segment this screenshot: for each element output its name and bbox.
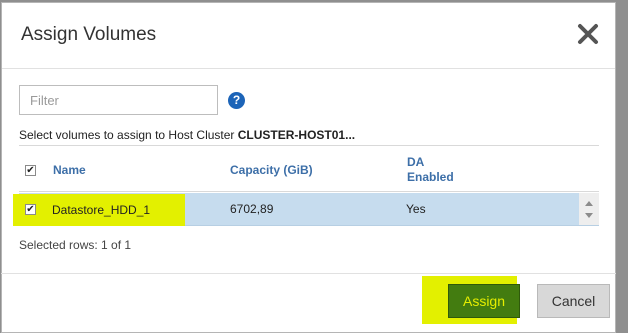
column-header-capacity[interactable]: Capacity (GiB) xyxy=(230,163,313,177)
assign-button[interactable]: Assign xyxy=(448,284,520,318)
dialog-header: Assign Volumes xyxy=(2,3,615,69)
select-all-checkbox[interactable]: ✔ xyxy=(25,165,36,176)
row-highlight-marker: ✔ Datastore_HDD_1 xyxy=(13,194,185,226)
instruction-prefix: Select volumes to assign to Host Cluster xyxy=(19,128,238,142)
instruction-text: Select volumes to assign to Host Cluster… xyxy=(19,128,355,142)
cancel-button[interactable]: Cancel xyxy=(537,284,610,318)
dialog-footer xyxy=(1,273,616,331)
dialog-title: Assign Volumes xyxy=(21,24,157,45)
filter-input[interactable] xyxy=(19,85,218,115)
row-capacity: 6702,89 xyxy=(230,202,274,216)
scroll-down-arrow-icon xyxy=(585,213,593,218)
column-header-da-enabled[interactable]: DA Enabled xyxy=(407,155,454,185)
row-checkbox[interactable]: ✔ xyxy=(25,204,36,215)
help-icon[interactable]: ? xyxy=(228,92,245,109)
background-page-fragment xyxy=(618,292,628,314)
column-header-name[interactable]: Name xyxy=(53,163,86,177)
close-icon[interactable] xyxy=(575,21,601,47)
table-header: ✔ Name Capacity (GiB) DA Enabled xyxy=(19,145,599,192)
host-cluster-name: CLUSTER-HOST01... xyxy=(237,128,356,142)
column-header-da-line2: Enabled xyxy=(407,170,454,184)
table-scrollbar[interactable] xyxy=(579,193,599,225)
row-name: Datastore_HDD_1 xyxy=(52,203,151,217)
selected-rows-count: Selected rows: 1 of 1 xyxy=(19,238,132,252)
column-header-da-line1: DA xyxy=(407,155,425,169)
row-da-enabled: Yes xyxy=(406,202,426,216)
scroll-up-arrow-icon xyxy=(585,201,593,206)
